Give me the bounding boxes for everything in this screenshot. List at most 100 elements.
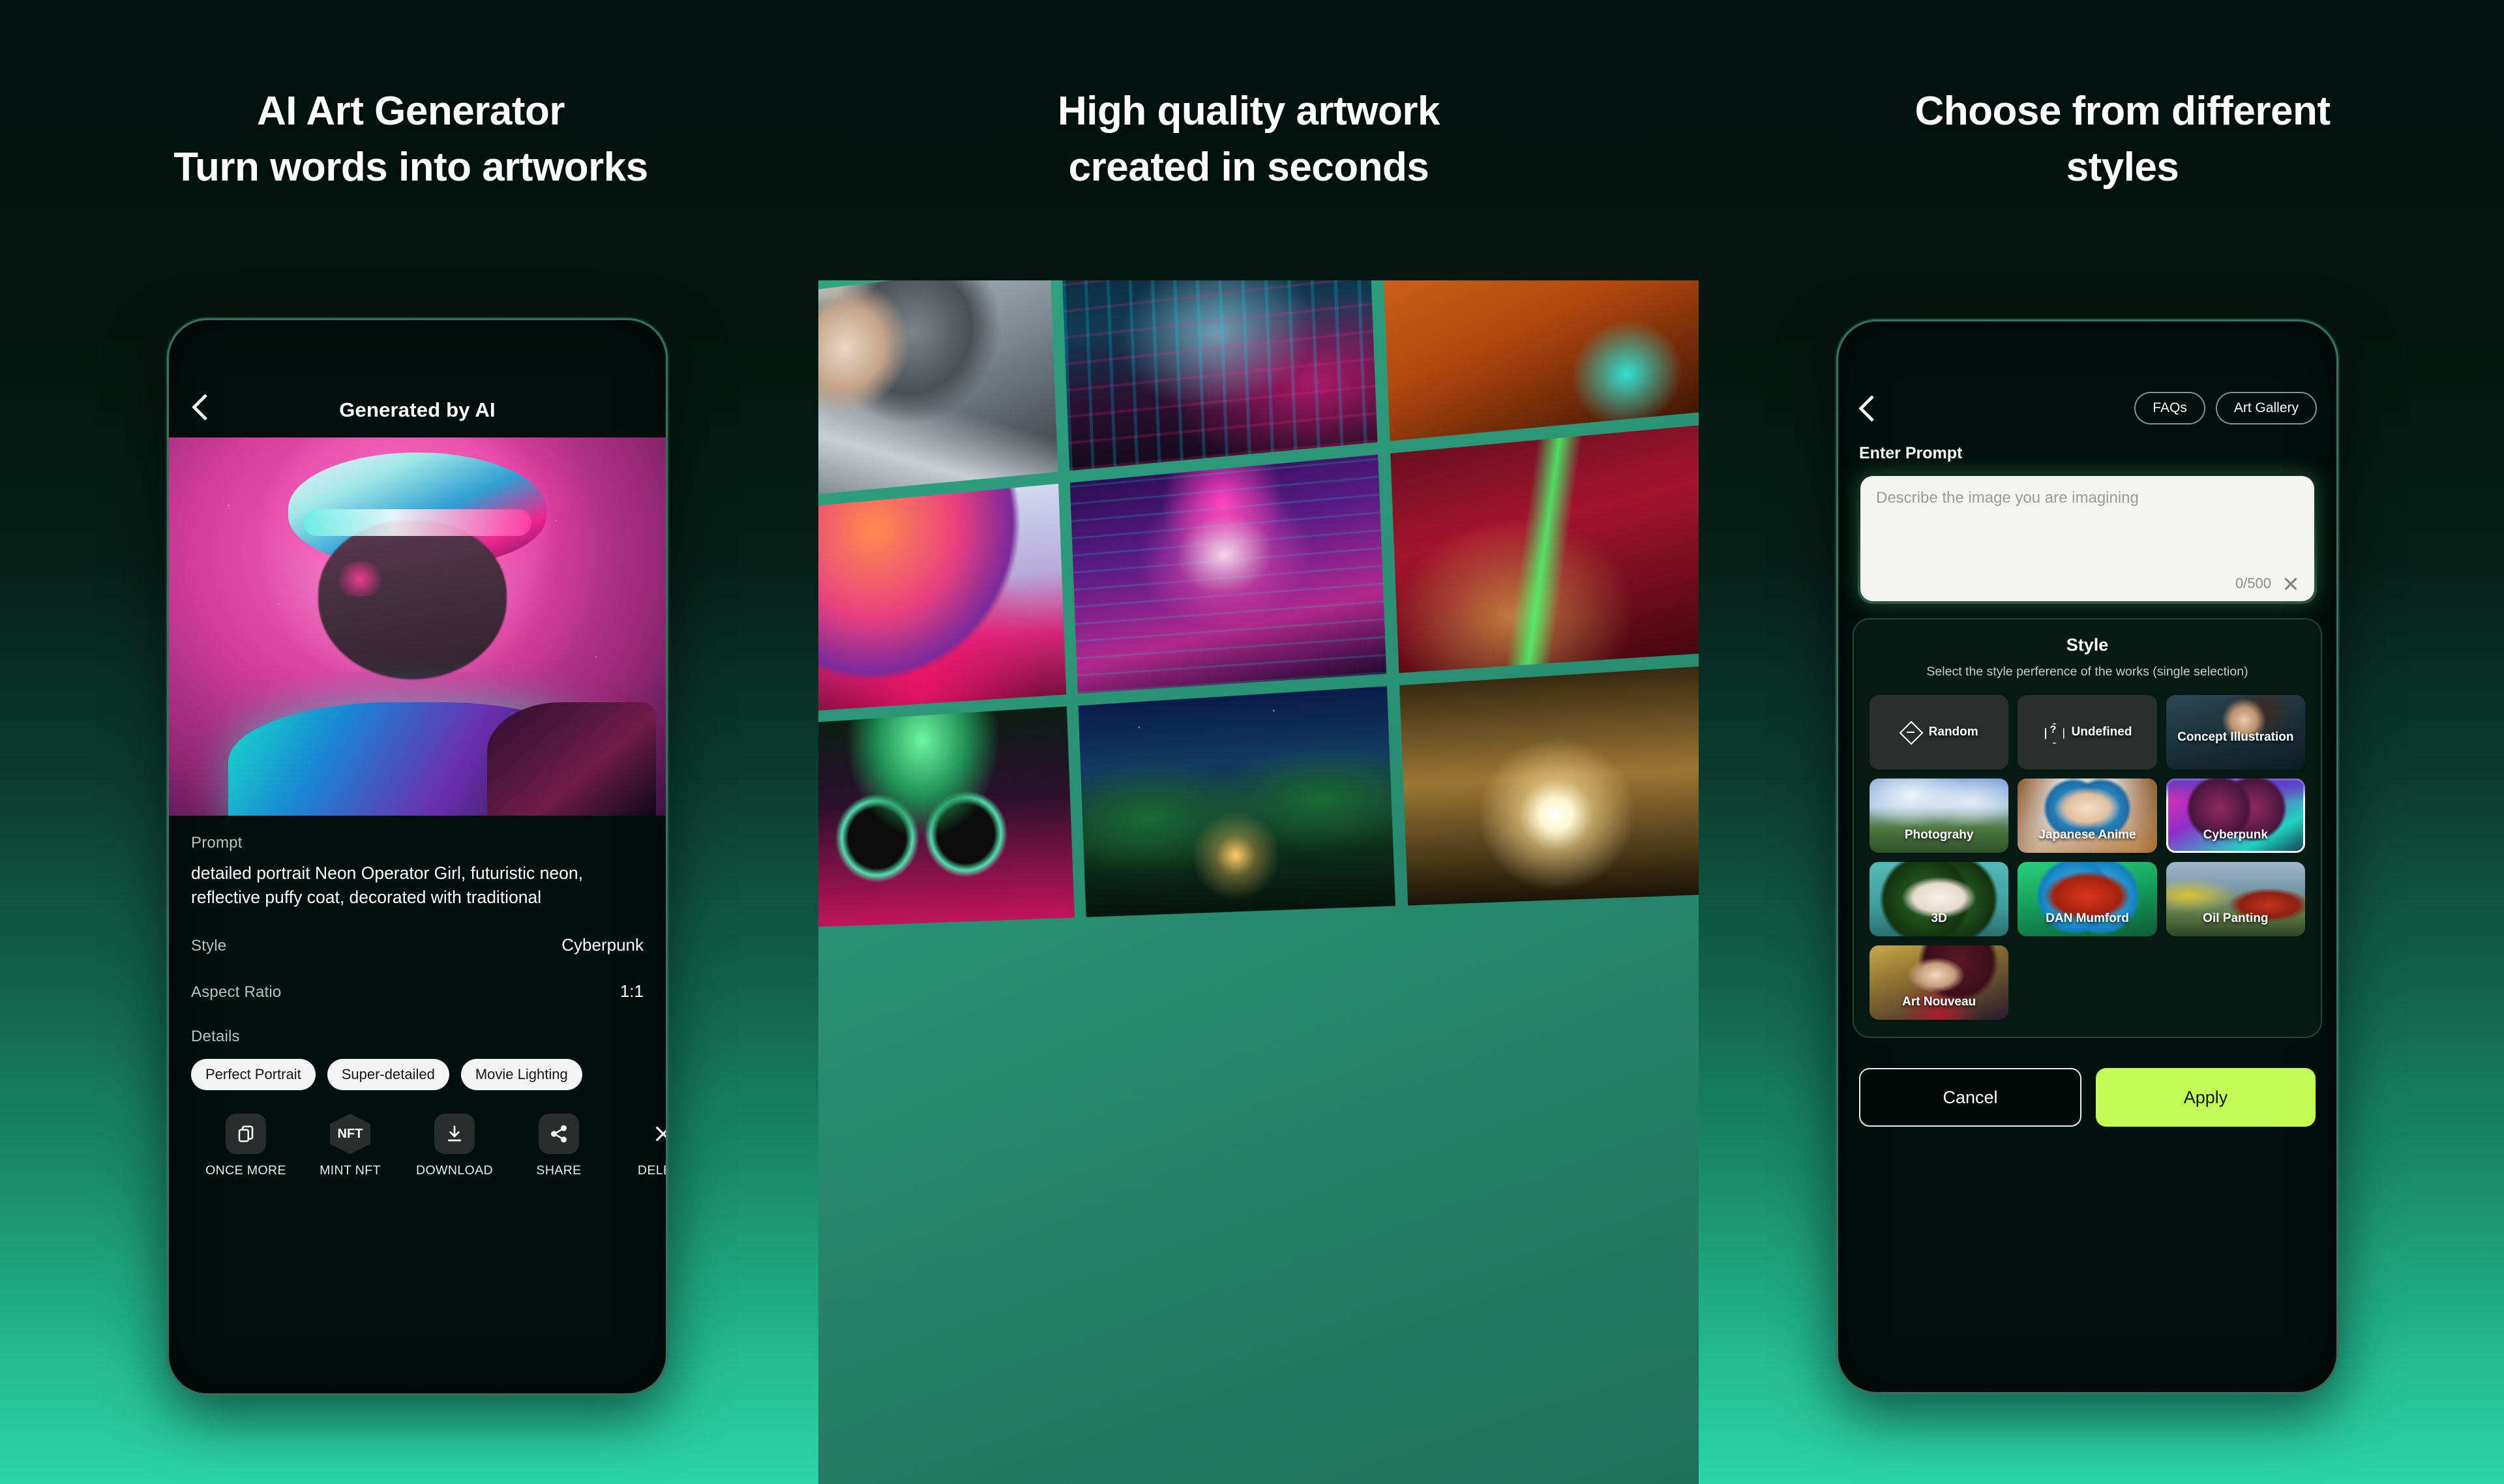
style-option-art-nouveau[interactable]: Art Nouveau xyxy=(1870,945,2009,1020)
style-picker-top-bar: FAQs Art Gallery xyxy=(1838,321,2336,424)
artwork-shoulder xyxy=(486,702,656,816)
artwork-face xyxy=(318,520,507,680)
phone-mockup-style-picker: FAQs Art Gallery Enter Prompt Describe t… xyxy=(1836,319,2338,1394)
style-option-random[interactable]: Random xyxy=(1870,695,2009,769)
style-option-label: Undefined xyxy=(2071,725,2132,739)
download-icon xyxy=(434,1114,475,1155)
tile-art xyxy=(1399,664,1699,906)
prompt-placeholder: Describe the image you are imagining xyxy=(1876,489,2139,507)
close-icon xyxy=(643,1114,666,1154)
style-option-cyberpunk[interactable]: Cyberpunk xyxy=(2166,779,2305,853)
headline-line-1: Choose from different xyxy=(1915,89,2331,134)
tile-art xyxy=(1069,454,1387,694)
once-more-button[interactable]: ONCE MORE xyxy=(205,1114,286,1178)
delete-button[interactable]: DELETE xyxy=(628,1114,666,1178)
style-option-label: DAN Mumford xyxy=(2046,912,2129,926)
tile-art xyxy=(1078,686,1396,917)
art-gallery-button[interactable]: Art Gallery xyxy=(2215,392,2317,424)
chevron-left-icon[interactable] xyxy=(191,392,211,422)
result-top-bar: Generated by AI xyxy=(169,320,666,438)
download-label: DOWNLOAD xyxy=(415,1163,494,1178)
share-label: SHARE xyxy=(536,1163,582,1178)
style-option-label: Photograhy xyxy=(1904,828,1974,842)
tile-art xyxy=(818,706,1075,928)
detail-chip[interactable]: Perfect Portrait xyxy=(191,1059,316,1091)
tile-art xyxy=(1381,280,1699,441)
chevron-left-icon[interactable] xyxy=(1858,393,1877,423)
tile-art xyxy=(1390,423,1699,674)
promo-stage: AI Art Generator Turn words into artwork… xyxy=(0,0,2504,1484)
gallery-tile-night-forest-cabin[interactable] xyxy=(1078,686,1396,917)
style-option-oil-panting[interactable]: Oil Panting xyxy=(2166,862,2305,936)
gallery-tile-orange-sliver[interactable] xyxy=(1381,280,1699,441)
artwork-cheek xyxy=(333,562,388,597)
close-icon[interactable] xyxy=(2283,576,2299,591)
nft-hex-icon: NFT xyxy=(330,1114,370,1154)
gallery-tile-neon-visor-girl[interactable] xyxy=(1069,454,1387,694)
once-more-label: ONCE MORE xyxy=(205,1163,286,1178)
headline-panel-3: Choose from different styles xyxy=(1761,83,2484,195)
artwork-visor xyxy=(303,509,532,536)
enter-prompt-label: Enter Prompt xyxy=(1859,444,1963,462)
page-title: Generated by AI xyxy=(339,398,496,421)
detail-chip[interactable]: Super-detailed xyxy=(327,1059,449,1091)
prompt-footer-row: 0/500 xyxy=(2235,575,2299,592)
faqs-button[interactable]: FAQs xyxy=(2134,392,2205,424)
style-option-photograhy[interactable]: Photograhy xyxy=(1870,779,2009,853)
prompt-value: detailed portrait Neon Operator Girl, fu… xyxy=(191,863,583,907)
style-option-concept-illustration[interactable]: Concept Illustration xyxy=(2166,695,2305,769)
result-action-bar: ONCE MORE NFT MINT NFT DOWNLOAD SHARE DE… xyxy=(191,1114,666,1178)
gallery-tile-cyborg-woman[interactable] xyxy=(818,280,1058,499)
headline-panel-2: High quality artwork created in seconds xyxy=(900,83,1598,195)
result-details-body: Prompt detailed portrait Neon Operator G… xyxy=(169,816,666,1178)
headline-line-1: High quality artwork xyxy=(1058,89,1440,134)
share-button[interactable]: SHARE xyxy=(524,1114,594,1178)
prompt-field-glow: Describe the image you are imagining 0/5… xyxy=(1858,473,2317,604)
style-option-3d[interactable]: 3D xyxy=(1870,862,2009,936)
headline-line-2: styles xyxy=(2066,144,2179,190)
diamond-minus-icon xyxy=(1900,722,1921,743)
gallery-grid xyxy=(818,280,1699,928)
share-icon xyxy=(539,1114,579,1155)
cube-question-icon xyxy=(2043,722,2064,743)
style-picker-footer: Cancel Apply xyxy=(1838,1038,2336,1127)
download-button[interactable]: DOWNLOAD xyxy=(415,1114,494,1178)
apply-button[interactable]: Apply xyxy=(2096,1068,2316,1127)
headline-panel-1: AI Art Generator Turn words into artwork… xyxy=(46,83,776,195)
tile-art xyxy=(818,280,1058,499)
style-option-label: Art Nouveau xyxy=(1902,995,1976,1009)
prompt-label: Prompt xyxy=(191,834,243,852)
style-option-undefined[interactable]: Undefined xyxy=(2018,695,2157,769)
style-option-label: Oil Panting xyxy=(2203,912,2269,926)
aspect-ratio-label: Aspect Ratio xyxy=(191,983,282,1002)
style-option-label: Cyberpunk xyxy=(2203,828,2268,842)
headline-line-2: Turn words into artworks xyxy=(173,144,648,190)
detail-chip[interactable]: Movie Lighting xyxy=(460,1059,582,1091)
cancel-button[interactable]: Cancel xyxy=(1859,1068,2081,1127)
gallery-tile-red-neon-car[interactable] xyxy=(1390,423,1699,674)
tile-art xyxy=(818,483,1066,713)
nft-glyph-text: NFT xyxy=(337,1126,363,1141)
tile-art xyxy=(1061,280,1378,471)
style-row: Style Cyberpunk xyxy=(191,935,644,955)
char-counter: 0/500 xyxy=(2235,575,2271,591)
style-option-dan-mumford[interactable]: DAN Mumford xyxy=(2018,862,2157,936)
phone-mockup-result: Generated by AI Prompt detailed portrait… xyxy=(167,318,668,1395)
details-label: Details xyxy=(191,1028,240,1046)
style-subtitle: Select the style perference of the works… xyxy=(1926,664,2248,679)
aspect-ratio-row: Aspect Ratio 1:1 xyxy=(191,981,644,1002)
prompt-textarea[interactable]: Describe the image you are imagining 0/5… xyxy=(1860,476,2314,601)
delete-label: DELETE xyxy=(637,1163,666,1178)
style-option-japanese-anime[interactable]: Japanese Anime xyxy=(2018,779,2157,853)
gallery-tile-cyberpunk-street[interactable] xyxy=(1061,280,1378,471)
style-option-label: 3D xyxy=(1931,912,1947,926)
gallery-tile-pink-planet-field[interactable] xyxy=(818,483,1066,713)
style-title: Style xyxy=(2066,635,2109,655)
gallery-tile-green-goggles-skull[interactable] xyxy=(818,706,1075,928)
style-option-label: Random xyxy=(1928,725,1978,739)
headline-line-2: created in seconds xyxy=(1068,144,1429,190)
generated-artwork[interactable] xyxy=(169,438,666,816)
gallery-tile-glowing-lamp[interactable] xyxy=(1399,664,1699,906)
mint-nft-button[interactable]: NFT MINT NFT xyxy=(315,1114,385,1178)
artwork-gallery-panel xyxy=(818,280,1699,1484)
